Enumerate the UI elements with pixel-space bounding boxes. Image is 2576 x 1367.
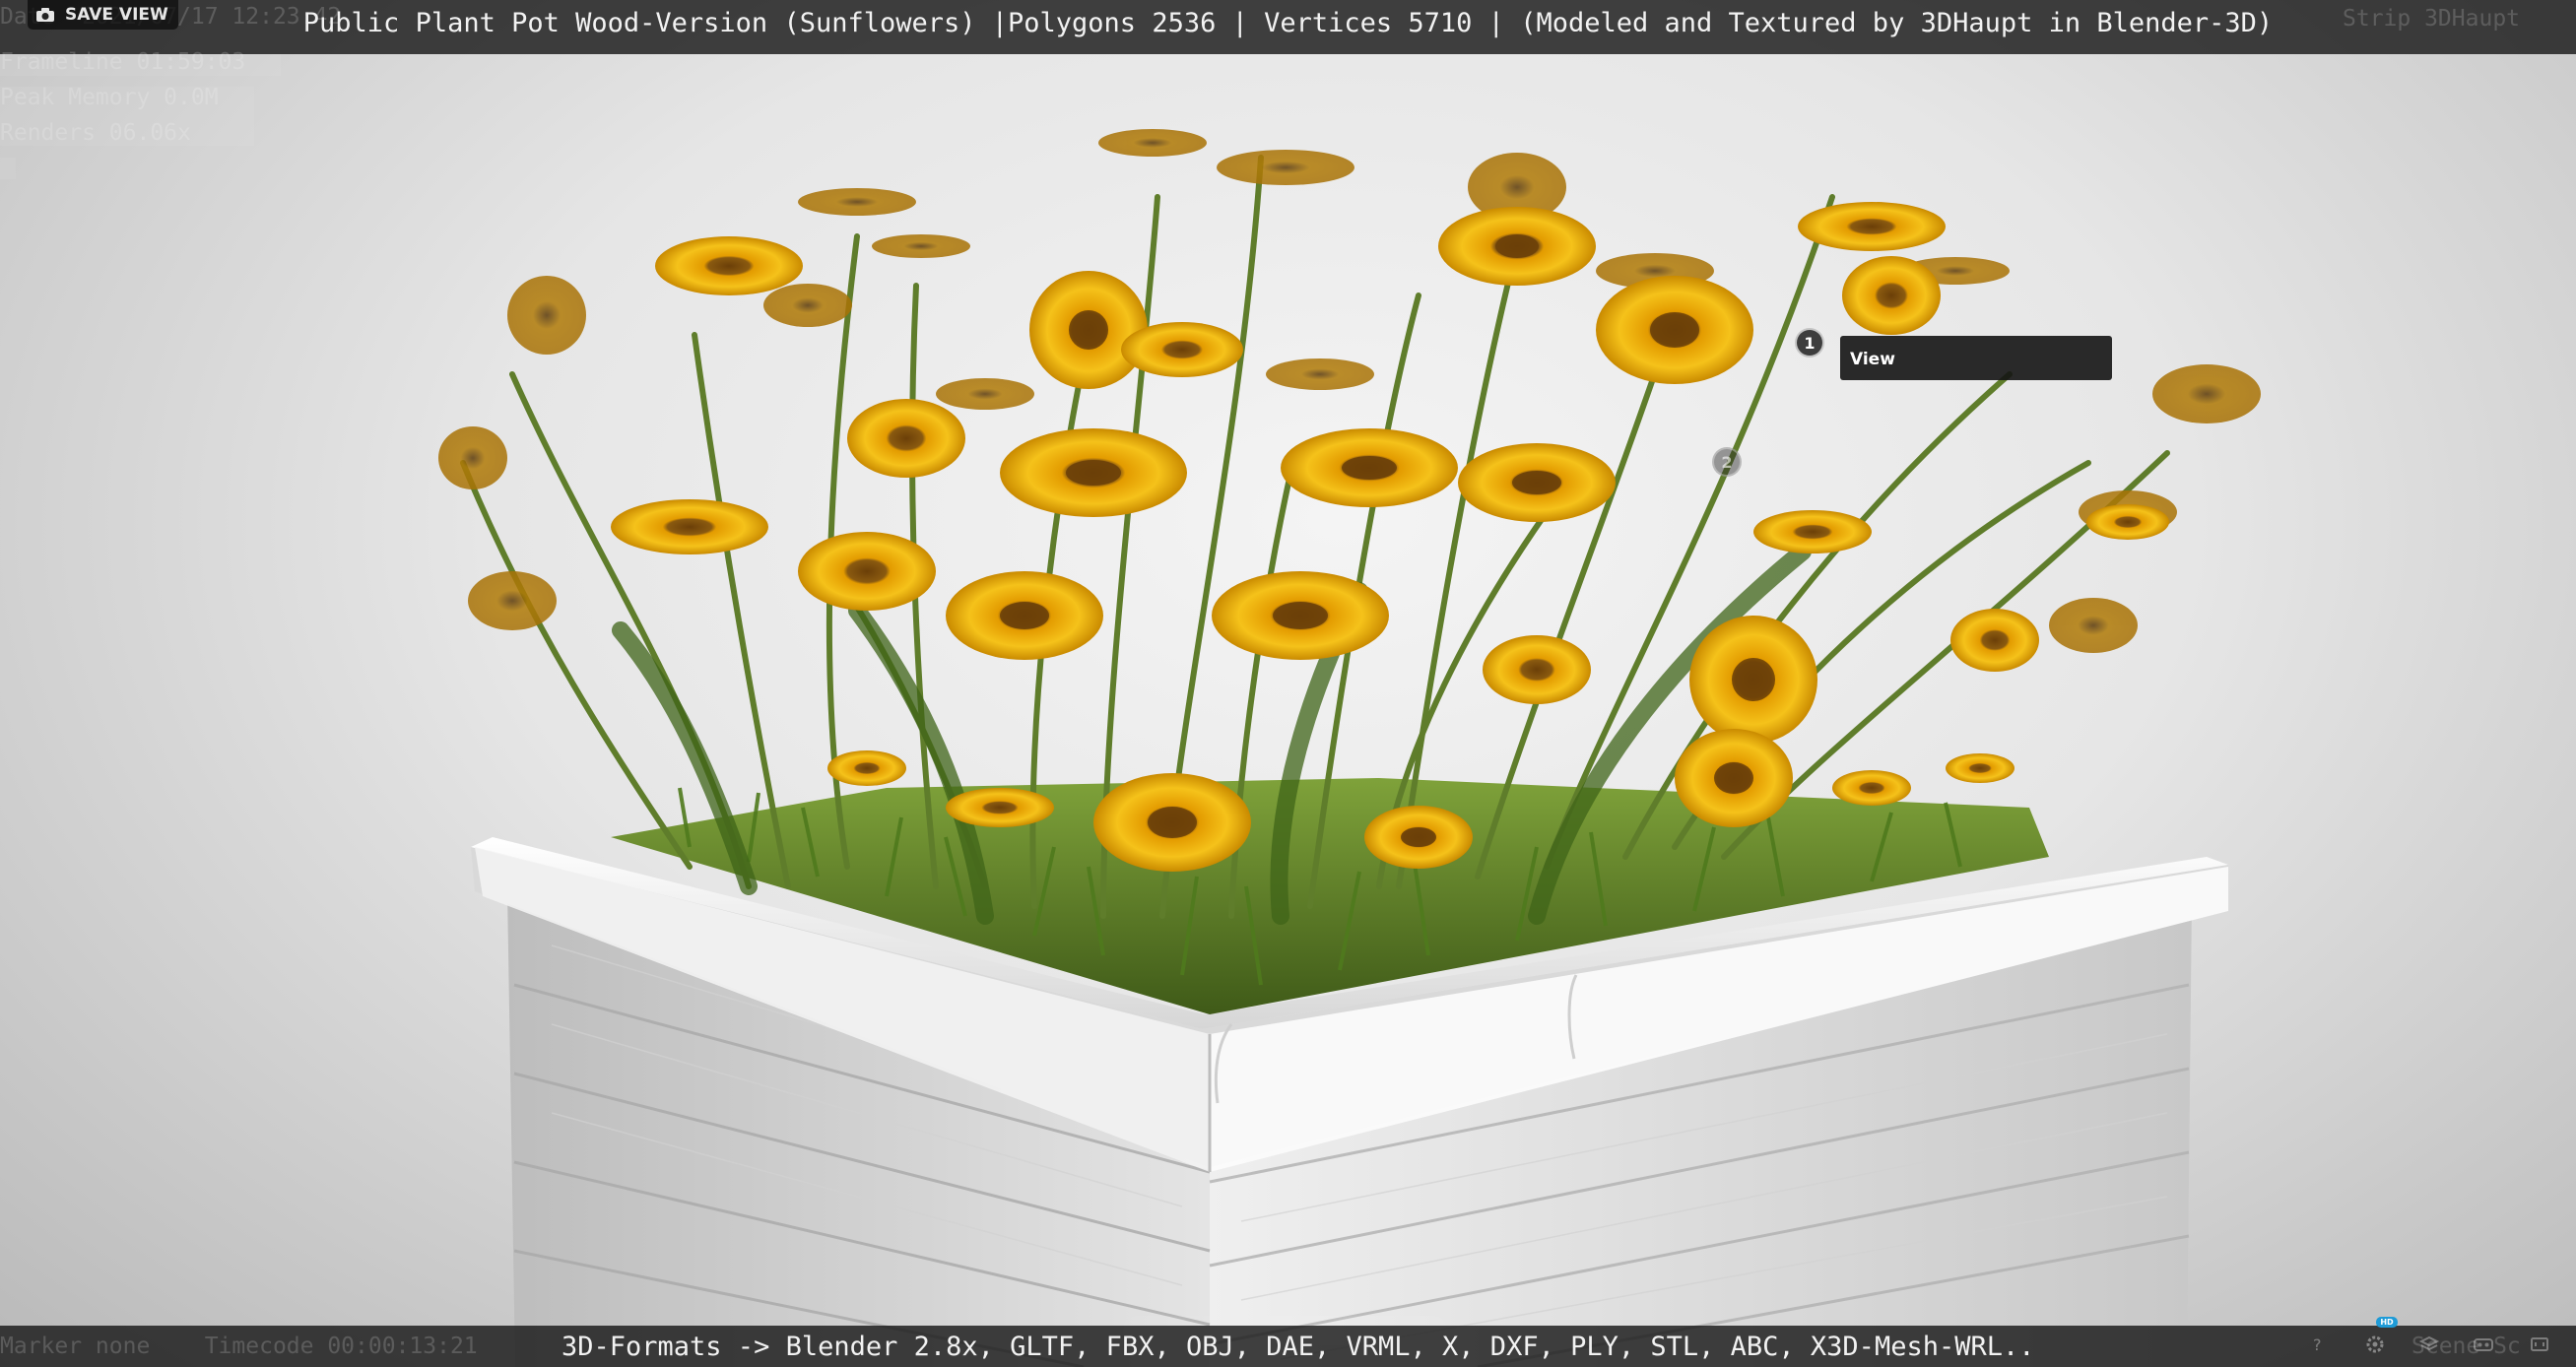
hd-badge: HD: [2376, 1317, 2398, 1328]
save-view-label: SAVE VIEW: [65, 5, 168, 25]
settings-button[interactable]: [2362, 1332, 2388, 1357]
annotation-tooltip-label: View: [1850, 350, 1895, 369]
layers-icon: [2418, 1335, 2440, 1351]
svg-text:?: ?: [2313, 1335, 2322, 1354]
debug-renders: Renders 06.06x: [0, 120, 191, 146]
annotation-tooltip: View: [1840, 336, 2112, 380]
model-viewport[interactable]: [0, 0, 2576, 1367]
footer-bar: Marker none Timecode 00:00:13:21 3D-Form…: [0, 1326, 2576, 1367]
formats-text: 3D-Formats -> Blender 2.8x, GLTF, FBX, O…: [561, 1332, 2035, 1362]
layers-button[interactable]: [2416, 1332, 2442, 1357]
camera-icon: [35, 7, 55, 23]
model-title: Public Plant Pot Wood-Version (Sunflower…: [302, 8, 2274, 38]
settings-icon: [2366, 1335, 2384, 1353]
faint-timecode-text: Marker none Timecode 00:00:13:21: [0, 1334, 478, 1359]
vr-button[interactable]: [2471, 1332, 2496, 1357]
debug-frameline: Frameline 01:59:03: [0, 49, 246, 75]
help-icon: ?: [2313, 1335, 2322, 1354]
save-view-button[interactable]: SAVE VIEW: [28, 0, 178, 30]
annotation-hotspot-2[interactable]: 2: [1712, 447, 1742, 477]
vr-icon: [2474, 1338, 2493, 1351]
debug-overlay-bg-3: [0, 158, 16, 179]
help-button[interactable]: ?: [2305, 1332, 2331, 1357]
fullscreen-button[interactable]: [2527, 1332, 2552, 1357]
debug-memory: Peak Memory 0.0M: [0, 85, 219, 110]
fullscreen-icon: [2531, 1337, 2548, 1351]
sunflower-heads: [438, 129, 2261, 872]
title-bar: Date 2021/07/17 12:23:42 Strip 3DHaupt P…: [0, 0, 2576, 54]
annotation-hotspot-1[interactable]: 1: [1795, 328, 1824, 358]
